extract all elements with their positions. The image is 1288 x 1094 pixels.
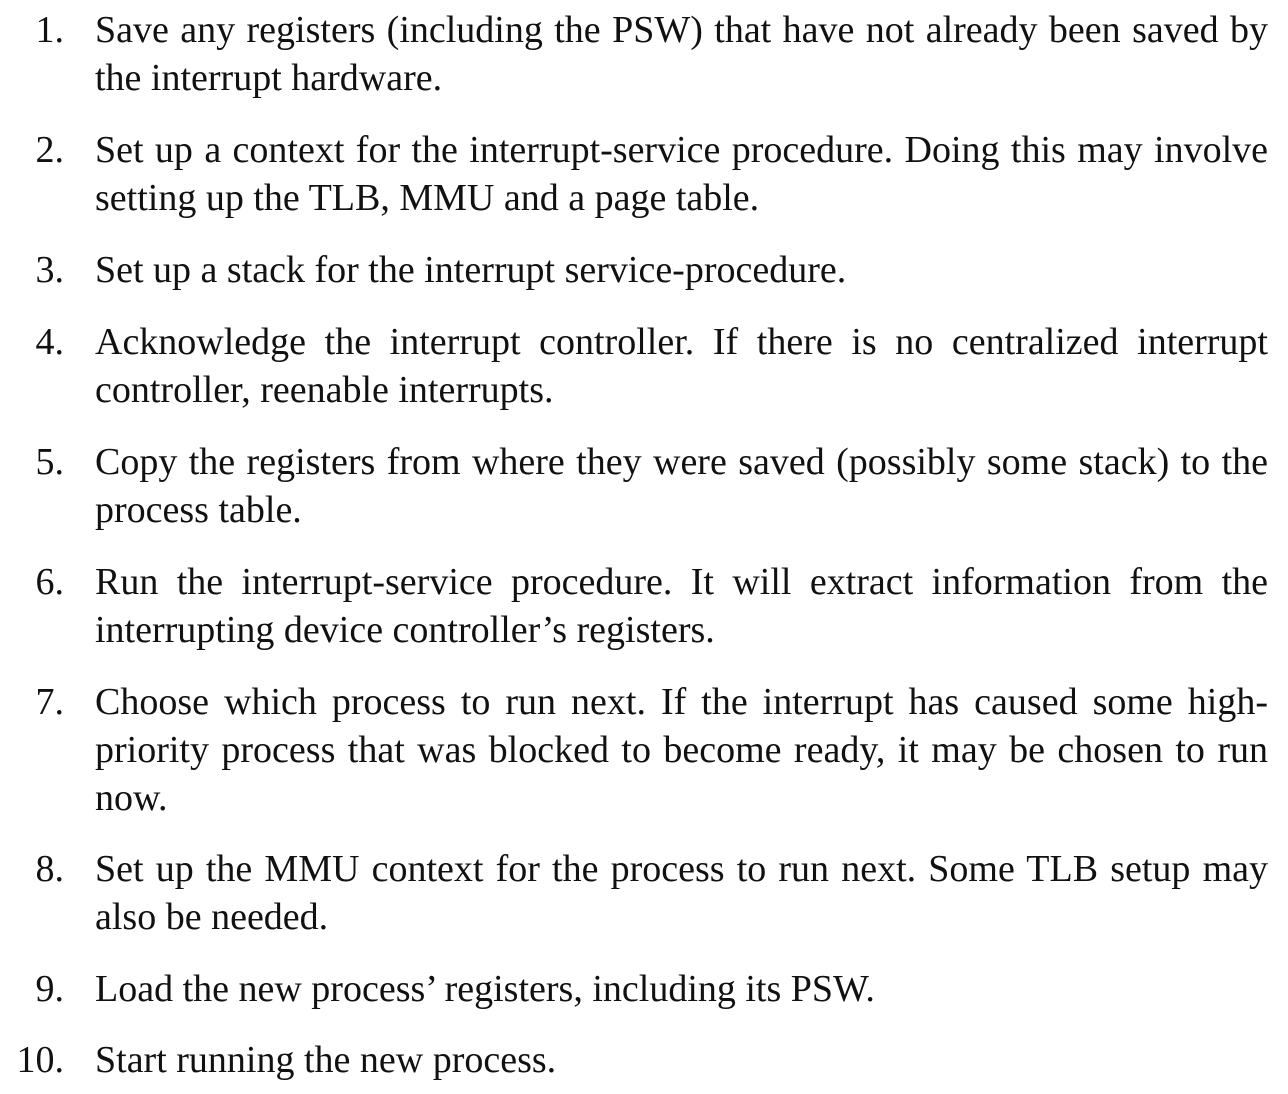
- step-text: Set up the MMU context for the process t…: [95, 848, 1268, 938]
- step-number: 2.: [35, 129, 65, 171]
- numbered-step-list: 1. Save any registers (including the PSW…: [0, 0, 1288, 1094]
- step-text: Start running the new process.: [95, 1039, 557, 1081]
- step-number: 1.: [35, 9, 65, 51]
- step-number: 3.: [35, 249, 65, 291]
- step-text: Choose which process to run next. If the…: [95, 681, 1268, 819]
- step-text: Set up a stack for the interrupt service…: [95, 249, 847, 291]
- step-text: Set up a context for the interrupt-servi…: [95, 129, 1268, 219]
- step-number: 6.: [35, 561, 65, 603]
- step-number: 10.: [16, 1039, 65, 1081]
- step-text: Copy the registers from where they were …: [95, 441, 1268, 531]
- step-number: 4.: [35, 321, 65, 363]
- step-number: 7.: [35, 681, 65, 723]
- step-text: Load the new process’ registers, includi…: [95, 968, 875, 1010]
- step-text: Run the interrupt-service procedure. It …: [95, 561, 1268, 651]
- step-number: 8.: [35, 848, 65, 890]
- step-text: Save any registers (including the PSW) t…: [95, 9, 1268, 99]
- step-number: 9.: [35, 968, 65, 1010]
- step-text: Acknowledge the interrupt controller. If…: [95, 321, 1268, 411]
- step-number: 5.: [35, 441, 65, 483]
